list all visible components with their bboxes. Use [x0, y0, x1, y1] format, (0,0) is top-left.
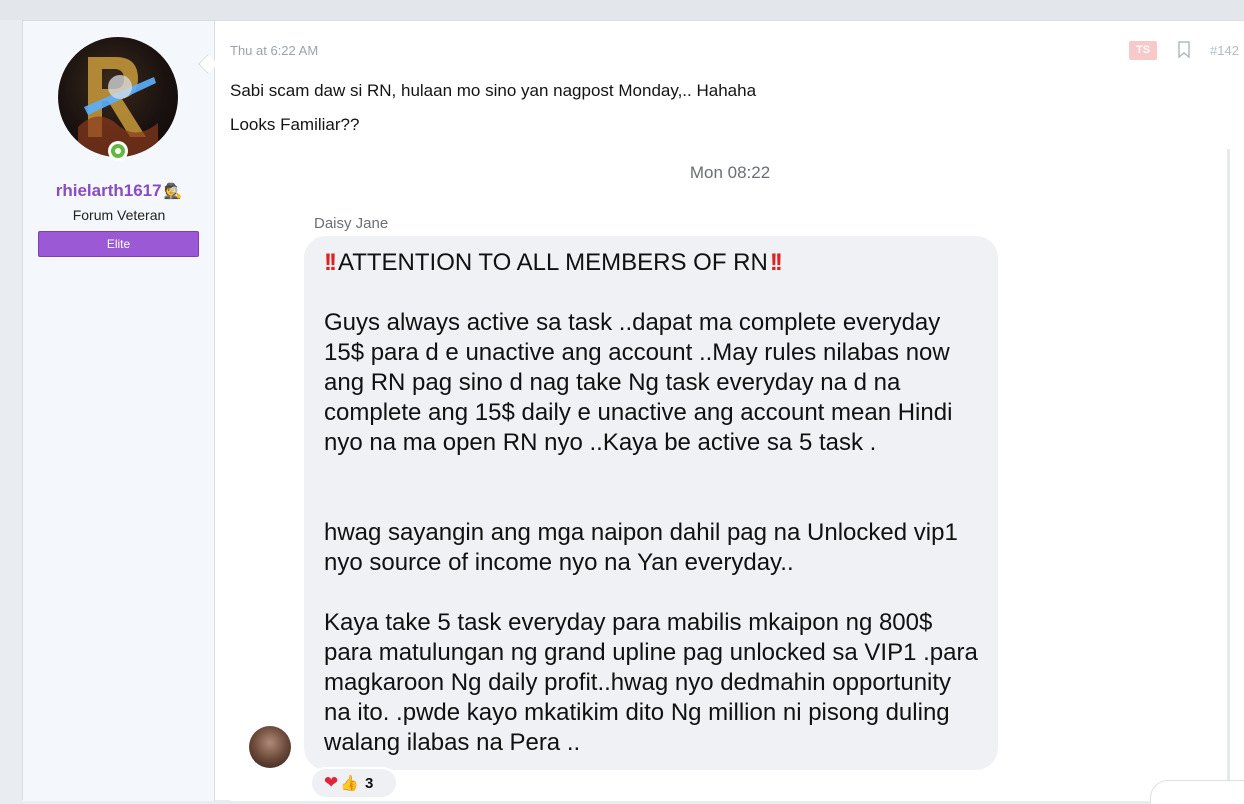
post-number[interactable]: #142	[1210, 43, 1239, 58]
page-top-bar	[0, 0, 1244, 20]
chat-timestamp: Mon 08:22	[689, 163, 771, 182]
chat-heading-text: ATTENTION TO ALL MEMBERS OF RN	[337, 249, 768, 276]
chat-paragraph: Guys always active sa task ..dapat ma co…	[324, 309, 953, 456]
chat-message-bubble: !! ATTENTION TO ALL MEMBERS OF RN!! Guys …	[304, 236, 998, 770]
post-user-column: rhielarth1617 🕵 Forum Veteran Elite	[23, 21, 215, 801]
user-avatar[interactable]	[58, 37, 178, 157]
chat-message-heading: !! ATTENTION TO ALL MEMBERS OF RN!!	[324, 248, 984, 278]
chat-paragraph: Kaya take 5 task everyday para mabilis m…	[324, 609, 978, 756]
chat-paragraph: hwag sayangin ang mga naipon dahil pag n…	[324, 519, 958, 576]
chat-sender-name: Daisy Jane	[314, 215, 389, 232]
avatar-art	[78, 57, 158, 157]
floating-widget[interactable]	[1150, 780, 1244, 804]
double-exclamation-icon: !!	[324, 249, 337, 276]
post-text-line: Sabi scam daw si RN, hulaan mo sino yan …	[230, 81, 757, 100]
username[interactable]: rhielarth1617 🕵	[23, 181, 215, 201]
thread-starter-badge: TS	[1129, 41, 1157, 60]
sender-avatar	[249, 726, 291, 768]
post-date[interactable]: Thu at 6:22 AM	[230, 43, 318, 58]
forum-post: rhielarth1617 🕵 Forum Veteran Elite Thu a…	[22, 20, 1244, 801]
reaction-pill: ❤ 👍 3	[310, 767, 398, 799]
online-status-icon	[108, 141, 128, 161]
user-banner: Elite	[38, 231, 199, 257]
username-text[interactable]: rhielarth1617	[56, 181, 162, 200]
thumbs-up-reaction-icon: 👍	[340, 775, 359, 792]
heart-reaction-icon: ❤	[324, 773, 339, 792]
bookmark-icon[interactable]	[1177, 41, 1191, 59]
incognito-icon: 🕵	[163, 183, 183, 200]
embedded-chat-screenshot[interactable]: Mon 08:22 Daisy Jane !! ATTENTION TO ALL …	[230, 149, 1230, 801]
post-text-line: Looks Familiar??	[230, 115, 360, 134]
reaction-count: 3	[364, 774, 374, 792]
user-title: Forum Veteran	[72, 207, 166, 223]
double-exclamation-icon: !!	[769, 249, 783, 276]
